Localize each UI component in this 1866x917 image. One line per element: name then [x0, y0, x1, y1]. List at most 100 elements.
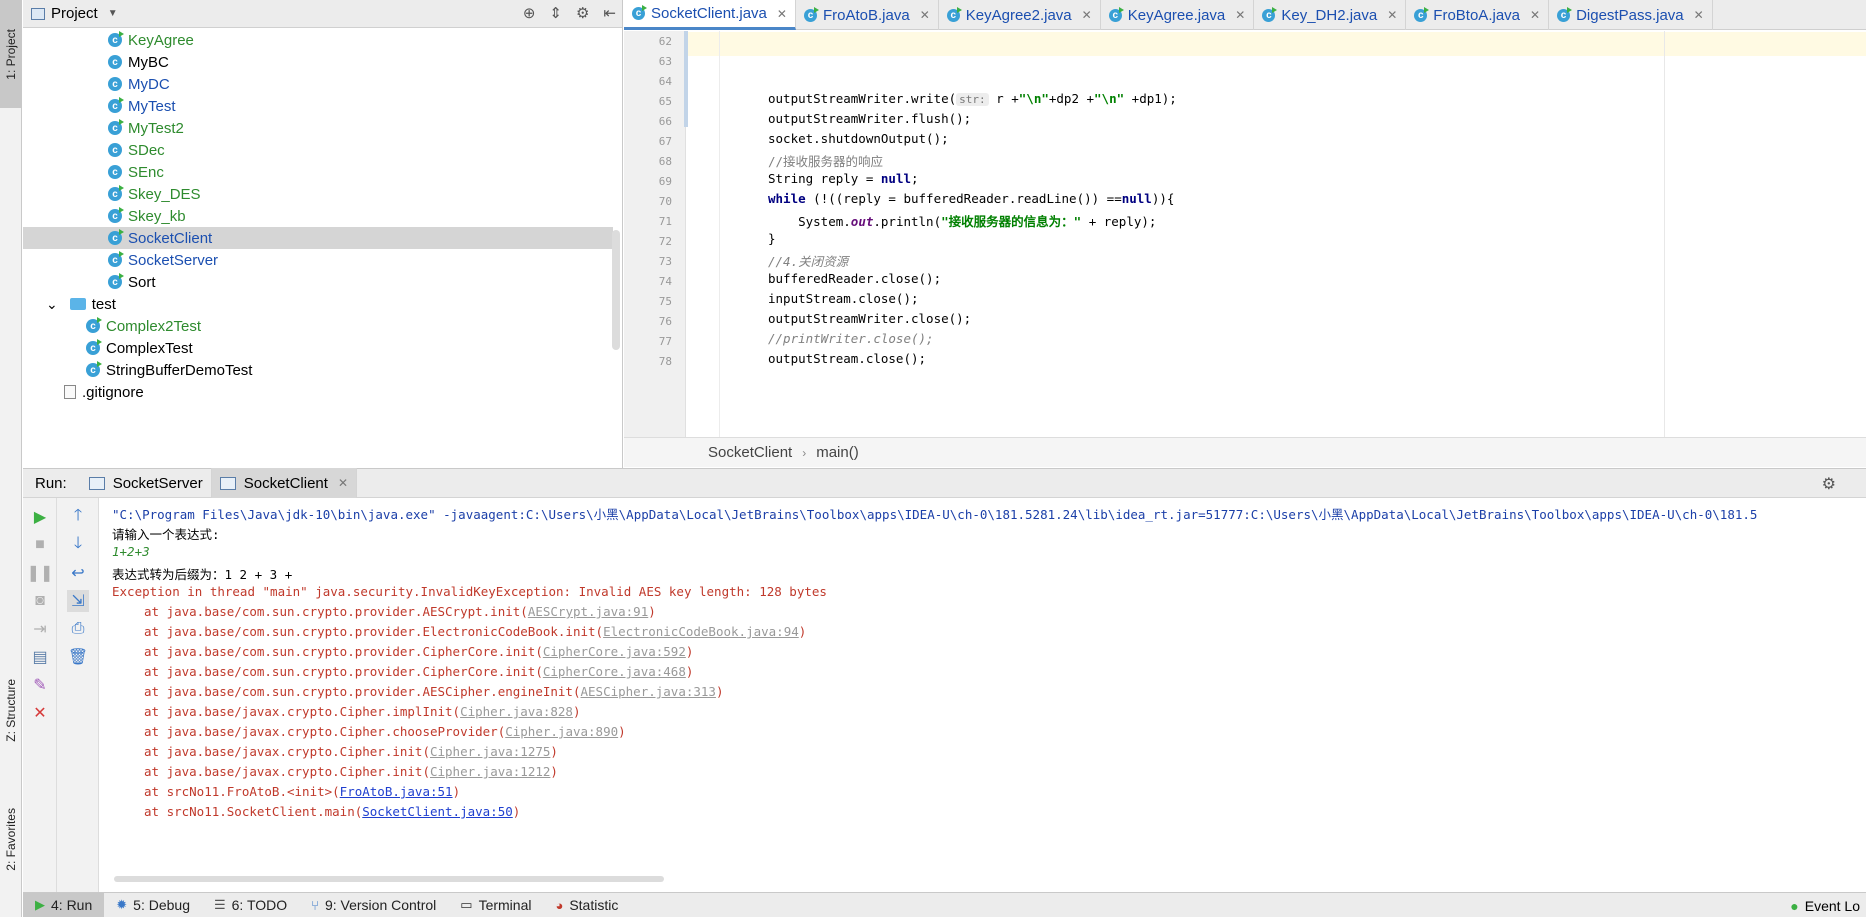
project-tool-tab[interactable]: 1: Project [0, 0, 22, 108]
bottom-tab[interactable]: ◕ Statistic [543, 893, 630, 917]
editor-tab[interactable]: c DigestPass.java ✕ [1549, 0, 1713, 30]
stack-frame-end: ) [798, 624, 807, 639]
source-link[interactable]: ElectronicCodeBook.java:94 [603, 624, 799, 639]
stack-frame-text: at srcNo11.SocketClient.main( [144, 804, 363, 819]
close-icon[interactable]: ✕ [1530, 8, 1540, 22]
close-icon[interactable]: ✕ [1387, 8, 1397, 22]
tree-item[interactable]: .gitignore [23, 381, 613, 403]
close-icon[interactable]: ✕ [338, 476, 348, 490]
run-tab-socketserver[interactable]: SocketServer [81, 468, 212, 498]
stop-icon[interactable]: ■ [29, 534, 51, 556]
line-number: 74 [658, 275, 672, 288]
source-link[interactable]: Cipher.java:828 [460, 704, 573, 719]
tree-item[interactable]: c SocketServer [23, 249, 613, 271]
tree-item[interactable]: c StringBufferDemoTest [23, 359, 613, 381]
vcs-change-marker[interactable] [684, 31, 688, 127]
console-horizontal-scrollbar[interactable] [114, 876, 664, 882]
locate-target-icon[interactable]: ⊕ [523, 4, 536, 22]
tree-item[interactable]: c MyDC [23, 73, 613, 95]
breadcrumb-method[interactable]: main() [816, 444, 859, 461]
tree-item[interactable]: c MyTest [23, 95, 613, 117]
gear-icon[interactable]: ⚙ [1822, 474, 1836, 494]
bottom-tab[interactable]: ⑂ 9: Version Control [299, 893, 448, 917]
tree-item[interactable]: ⌄ test [23, 293, 613, 315]
tree-item[interactable]: c MyTest2 [23, 117, 613, 139]
run-tab-socketclient[interactable]: SocketClient ✕ [211, 468, 358, 498]
tree-item[interactable]: c SDec [23, 139, 613, 161]
console-user-input: 1+2+3 [112, 544, 150, 559]
source-link[interactable]: FroAtoB.java:51 [340, 784, 453, 799]
code-line-71: System.out.println("接收服务器的信息为：" + reply)… [768, 211, 1156, 230]
chevron-down-icon[interactable]: ▼ [108, 8, 118, 19]
editor-tab[interactable]: c KeyAgree.java ✕ [1101, 0, 1255, 30]
trash-icon[interactable]: 🗑 [67, 646, 89, 668]
bottom-tab[interactable]: ☰ 6: TODO [202, 893, 299, 917]
layout-icon[interactable]: ▤ [29, 646, 51, 668]
class-icon: c [108, 143, 122, 157]
project-panel-title[interactable]: Project [51, 5, 98, 22]
code-line-67: socket.shutdownOutput(); [768, 131, 949, 146]
event-log-button[interactable]: ● Event Lo [1784, 893, 1866, 917]
tree-item[interactable]: c SocketClient [23, 227, 613, 249]
bottom-tab[interactable]: ▶ 4: Run [23, 892, 105, 917]
scroll-to-end-icon[interactable]: ⇲ [67, 590, 89, 612]
class-runnable-icon: c [86, 361, 102, 377]
source-link[interactable]: CipherCore.java:592 [543, 644, 686, 659]
tree-item[interactable]: c Skey_DES [23, 183, 613, 205]
source-link[interactable]: CipherCore.java:468 [543, 664, 686, 679]
editor-tab[interactable]: c SocketClient.java ✕ [624, 0, 796, 30]
editor-tab[interactable]: c Key_DH2.java ✕ [1254, 0, 1407, 30]
bottom-tab[interactable]: ✹ 5: Debug [104, 893, 202, 917]
editor-tab[interactable]: c FroBtoA.java ✕ [1406, 0, 1550, 30]
breadcrumb-class[interactable]: SocketClient [708, 444, 792, 461]
camera-icon[interactable]: ◙ [29, 590, 51, 612]
tree-item[interactable]: c Complex2Test [23, 315, 613, 337]
gear-icon[interactable]: ⚙ [576, 4, 589, 22]
close-icon[interactable]: ✕ [1235, 8, 1245, 22]
run-tab-label: SocketClient [243, 474, 328, 492]
collapse-all-icon[interactable]: ⇕ [549, 4, 562, 22]
source-link[interactable]: Cipher.java:890 [505, 724, 618, 739]
close-icon[interactable]: ✕ [1082, 8, 1092, 22]
stack-trace-line: at java.base/javax.crypto.Cipher.init(Ci… [144, 764, 558, 779]
arrow-up-icon[interactable]: 🡑 [67, 506, 89, 528]
tree-item[interactable]: c SEnc [23, 161, 613, 183]
favorites-tool-tab[interactable]: 2: Favorites [0, 784, 22, 894]
code-text: (!((reply = bufferedReader.readLine()) =… [805, 191, 1122, 206]
soft-wrap-icon[interactable]: ↩ [67, 562, 89, 584]
close-icon[interactable]: ✕ [777, 7, 787, 21]
close-icon[interactable]: ✕ [29, 702, 51, 724]
tree-item[interactable]: c ComplexTest [23, 337, 613, 359]
chevron-down-icon[interactable]: ⌄ [46, 296, 58, 313]
editor-tab[interactable]: c FroAtoB.java ✕ [796, 0, 939, 30]
arrow-down-icon[interactable]: 🡓 [67, 534, 89, 556]
print-icon[interactable]: ⎙ [67, 618, 89, 640]
pause-icon[interactable]: ❚❚ [27, 562, 54, 584]
code-editor[interactable]: 62 63 64 65 66 67 68 69 70 71 72 73 74 75 76 77 78 outpu… [624, 31, 1866, 437]
tree-item[interactable]: c Skey_kb [23, 205, 613, 227]
console-output[interactable]: "C:\Program Files\Java\jdk-10\bin\java.e… [100, 498, 1866, 882]
close-icon[interactable]: ✕ [920, 8, 930, 22]
tree-item[interactable]: c KeyAgree [23, 29, 613, 51]
stack-trace-line: at java.base/com.sun.crypto.provider.AES… [144, 684, 724, 699]
tree-item[interactable]: c Sort [23, 271, 613, 293]
exit-icon[interactable]: ⇥ [29, 618, 51, 640]
line-number: 72 [658, 235, 672, 248]
source-link[interactable]: SocketClient.java:50 [362, 804, 513, 819]
hide-panel-icon[interactable]: ⇤ [603, 4, 616, 22]
pin-icon[interactable]: ✎ [29, 674, 51, 696]
close-icon[interactable]: ✕ [1694, 8, 1704, 22]
structure-tool-tab[interactable]: Z: Structure [0, 660, 22, 760]
bottom-tab-label: 4: Run [51, 897, 93, 913]
source-link[interactable]: Cipher.java:1275 [430, 744, 550, 759]
bottom-tab[interactable]: ▭ Terminal [448, 893, 543, 917]
source-link[interactable]: AESCrypt.java:91 [528, 604, 648, 619]
rerun-icon[interactable]: ▶ [29, 506, 51, 528]
source-link[interactable]: Cipher.java:1212 [430, 764, 550, 779]
code-text: String reply = [768, 171, 881, 186]
editor-tab[interactable]: c KeyAgree2.java ✕ [939, 0, 1101, 30]
tree-scrollbar[interactable] [612, 230, 620, 350]
tree-item[interactable]: c MyBC [23, 51, 613, 73]
stack-trace-line: at java.base/javax.crypto.Cipher.init(Ci… [144, 744, 558, 759]
source-link[interactable]: AESCipher.java:313 [581, 684, 716, 699]
